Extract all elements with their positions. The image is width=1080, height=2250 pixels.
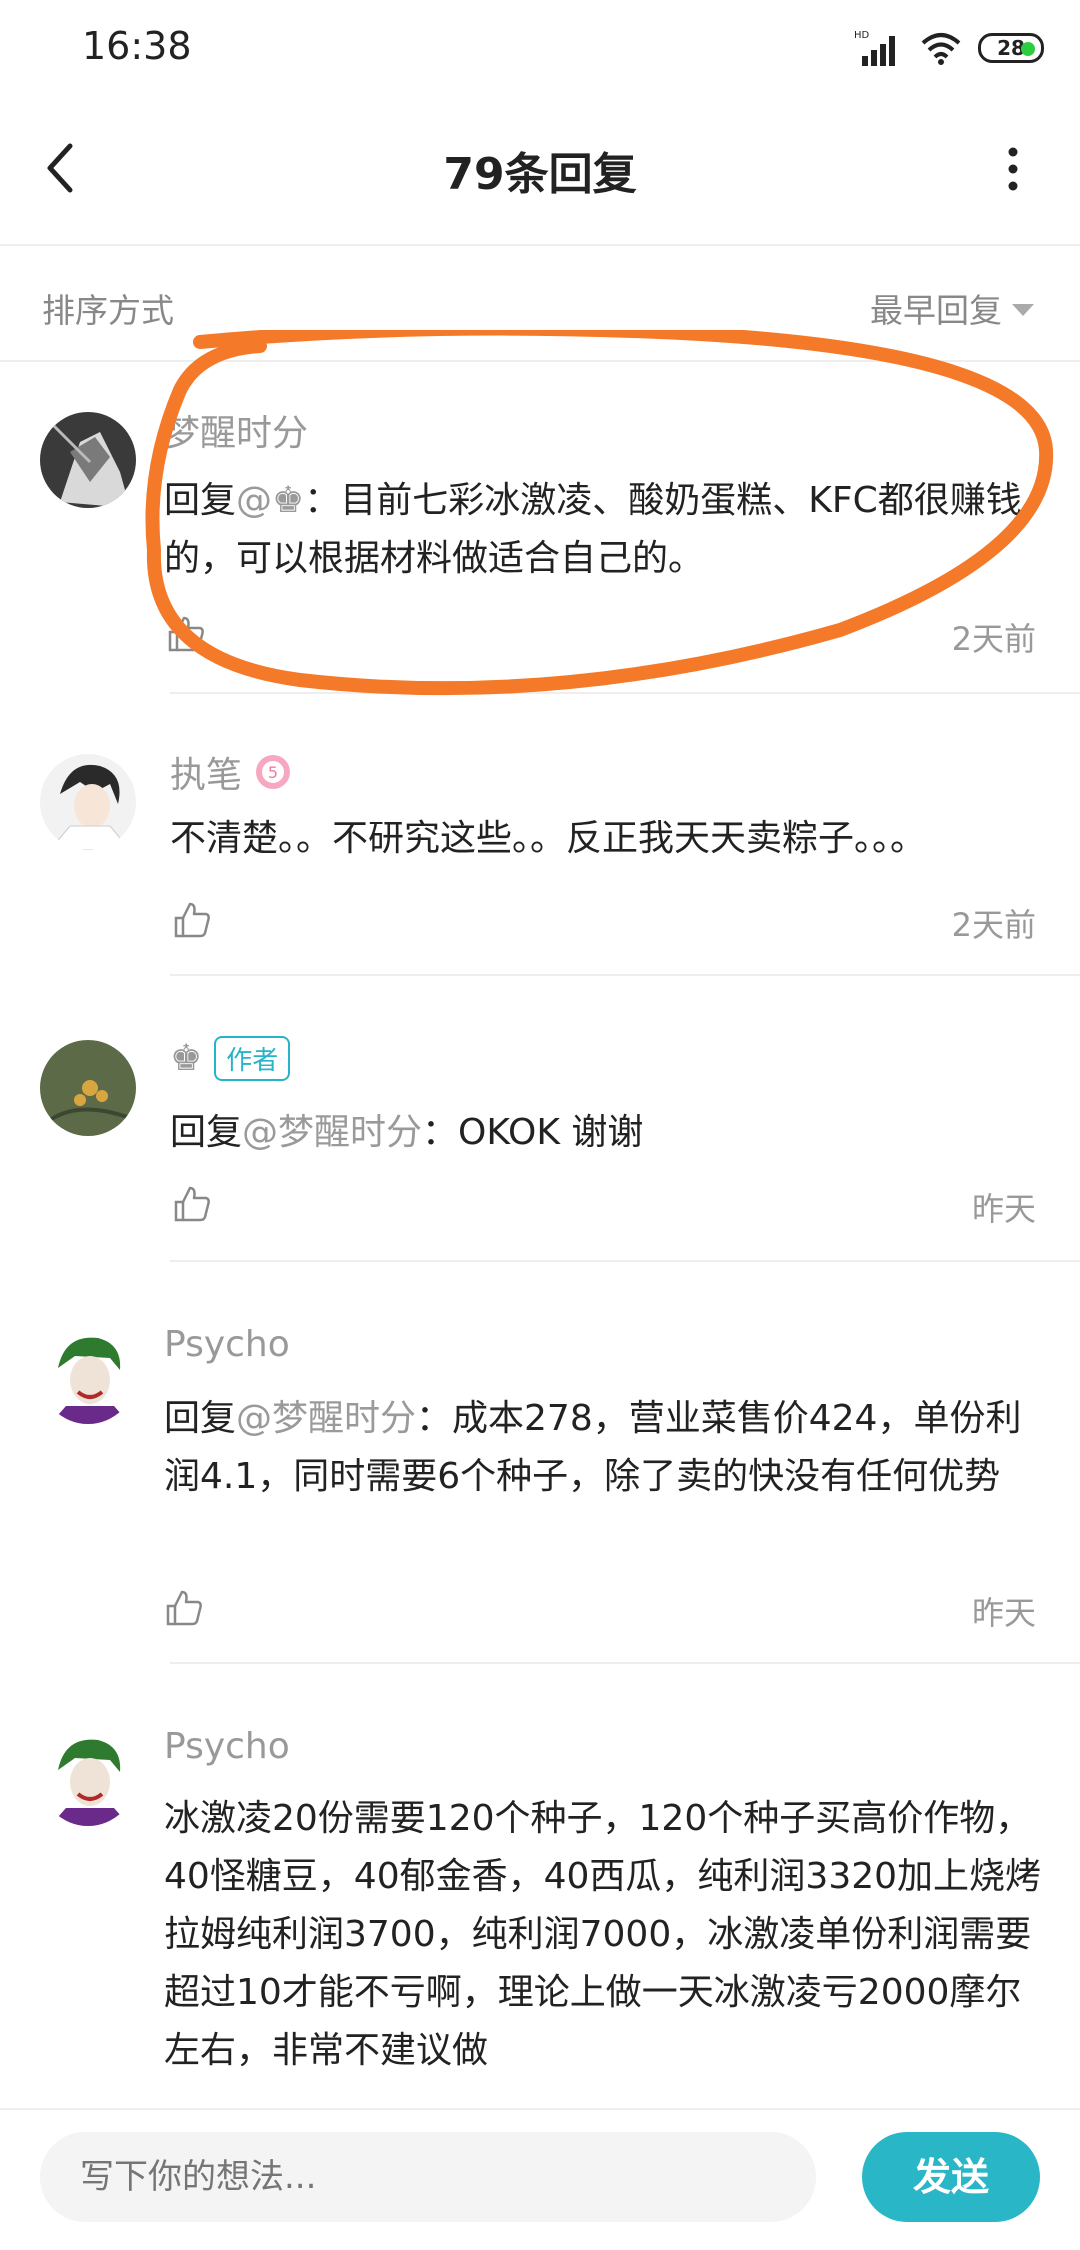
comment-username[interactable]: 执笔 5 (170, 746, 292, 798)
comment-username[interactable]: ♚ 作者 (170, 1036, 291, 1081)
signal-icon: HD (854, 30, 895, 66)
mention-link[interactable]: @梦醒时分 (242, 1112, 422, 1153)
comment-text: 回复@♚：目前七彩冰激凌、酸奶蛋糕、KFC都很赚钱的，可以根据材料做适合自己的。 (164, 480, 1022, 579)
comment-text: 冰激凌20份需要120个种子，120个种子买高价作物，40怪糖豆，40郁金香，4… (164, 1798, 1042, 2071)
avatar[interactable] (40, 1040, 136, 1136)
thumbs-up-icon[interactable] (166, 614, 206, 654)
status-bar: 16:38 HD 28 (0, 0, 1080, 96)
comment-username[interactable]: 梦醒时分 (164, 404, 308, 456)
status-time: 16:38 (82, 24, 192, 68)
comment-item: 执笔 5 不清楚。。不研究这些。。反正我天天卖粽子。。。 2天前 (0, 694, 1080, 974)
avatar[interactable] (40, 754, 136, 850)
page-title: 79条回复 (443, 149, 637, 200)
avatar[interactable] (40, 412, 136, 508)
thumbs-up-icon[interactable] (164, 1588, 204, 1628)
comment-input[interactable] (40, 2132, 816, 2222)
sort-bar: 排序方式 最早回复 (0, 246, 1080, 362)
comment-item: Psycho 冰激凌20份需要120个种子，120个种子买高价作物，40怪糖豆，… (0, 1664, 1080, 2108)
comment-time: 2天前 (951, 906, 1036, 944)
svg-text:5: 5 (268, 763, 278, 782)
author-badge: 作者 (214, 1036, 291, 1081)
comment-text: 回复@梦醒时分：OKOK 谢谢 (170, 1112, 644, 1153)
status-icons: HD 28 (854, 26, 1044, 70)
comment-time: 昨天 (971, 1594, 1036, 1632)
avatar[interactable] (40, 1328, 136, 1424)
thumbs-up-icon[interactable] (172, 900, 212, 940)
level-badge-icon: 5 (256, 755, 291, 789)
avatar[interactable] (40, 1730, 136, 1826)
comment-text: 不清楚。。不研究这些。。反正我天天卖粽子。。。 (170, 818, 927, 859)
comment-item: ♚ 作者 回复@梦醒时分：OKOK 谢谢 昨天 (0, 976, 1080, 1260)
battery-icon: 28 (978, 33, 1044, 63)
sort-value: 最早回复 (870, 291, 1002, 330)
svg-text:HD: HD (854, 30, 870, 41)
mention-link[interactable]: @梦醒时分 (236, 1398, 416, 1439)
chevron-down-icon (1012, 304, 1034, 316)
sort-dropdown[interactable]: 最早回复 (870, 284, 1034, 332)
header-bar: 79条回复 (0, 96, 1080, 246)
more-options-icon[interactable] (1008, 146, 1018, 192)
comment-username[interactable]: Psycho (164, 1324, 290, 1365)
comment-text: 回复@梦醒时分：成本278，营业菜售价424，单份利润4.1，同时需要6个种子，… (164, 1398, 1022, 1497)
comment-username[interactable]: Psycho (164, 1726, 290, 1767)
wifi-icon (921, 33, 961, 65)
comment-time: 昨天 (971, 1190, 1036, 1228)
thumbs-up-icon[interactable] (172, 1184, 212, 1224)
sort-label: 排序方式 (42, 291, 174, 330)
mention-link[interactable]: @♚ (236, 480, 304, 521)
send-button[interactable]: 发送 (862, 2132, 1040, 2222)
comment-composer: 发送 (0, 2108, 1080, 2250)
comment-time: 2天前 (951, 620, 1036, 658)
comment-item: Psycho 回复@梦醒时分：成本278，营业菜售价424，单份利润4.1，同时… (0, 1262, 1080, 1662)
comment-item: 梦醒时分 回复@♚：目前七彩冰激凌、酸奶蛋糕、KFC都很赚钱的，可以根据材料做适… (0, 362, 1080, 692)
